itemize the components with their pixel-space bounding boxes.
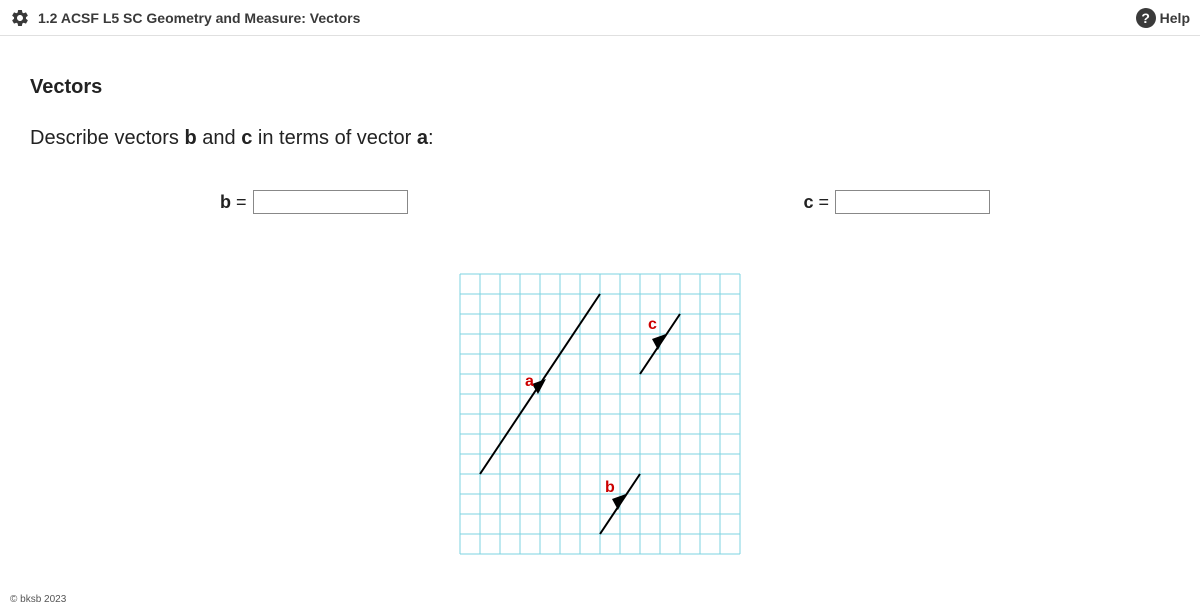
help-button[interactable]: ? Help [1136, 8, 1190, 28]
footer-copyright: © bksb 2023 [10, 594, 66, 605]
vector-diagram: a c b [450, 264, 750, 564]
input-c-field[interactable] [835, 190, 990, 214]
input-c-label: c = [803, 192, 829, 213]
vector-c-label: c [648, 316, 657, 333]
input-b-field[interactable] [253, 190, 408, 214]
diagram-wrap: a c b [30, 264, 1170, 564]
header: 1.2 ACSF L5 SC Geometry and Measure: Vec… [0, 0, 1200, 36]
gear-icon[interactable] [10, 8, 30, 28]
inputs-row: b = c = [30, 190, 1010, 214]
page-title: 1.2 ACSF L5 SC Geometry and Measure: Vec… [38, 10, 360, 26]
input-b-label: b = [220, 192, 247, 213]
content: Vectors Describe vectors b and c in term… [0, 36, 1200, 564]
help-label: Help [1160, 10, 1190, 26]
vector-b-label: b [605, 479, 615, 496]
input-group-b: b = [220, 190, 408, 214]
header-left: 1.2 ACSF L5 SC Geometry and Measure: Vec… [10, 8, 360, 28]
input-group-c: c = [803, 190, 990, 214]
section-title: Vectors [30, 76, 1170, 99]
vector-a-label: a [525, 373, 534, 390]
question-text: Describe vectors b and c in terms of vec… [30, 127, 1170, 150]
help-icon: ? [1136, 8, 1156, 28]
